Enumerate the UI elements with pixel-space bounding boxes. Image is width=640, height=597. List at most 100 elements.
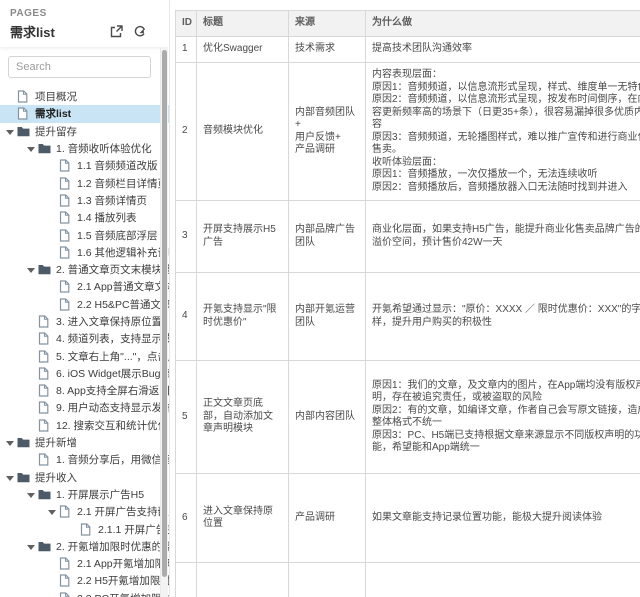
tree-item-label: 2.1.1 开屏广告完整流程 xyxy=(98,522,169,537)
tree-page-item[interactable]: 2.2 H5&PC普通文章文末模 xyxy=(0,296,169,313)
caret-spacer xyxy=(25,350,38,363)
tree-page-item[interactable]: 9. 用户动态支持显示发布评论 xyxy=(0,399,169,416)
tree-folder-item[interactable]: 1. 开屏展示广告H5 xyxy=(0,486,169,503)
cell-source: 产品调研 xyxy=(289,474,366,563)
caret-down-icon[interactable] xyxy=(25,488,38,501)
page-icon xyxy=(59,574,74,587)
tree-page-item[interactable]: 1.2 音频栏目详情页 xyxy=(0,174,169,191)
tree-page-item[interactable]: 12. 搜索交互和统计优化 xyxy=(0,417,169,434)
page-icon xyxy=(59,211,74,224)
tree-item-label: 2.1 App普通文章文末模块修 xyxy=(77,279,169,294)
caret-spacer xyxy=(25,367,38,380)
table-row: 5正文文章页底部，自动添加文章声明模块内部内容团队原因1：我们的文章，及文章内的… xyxy=(176,361,640,474)
page-icon xyxy=(59,505,74,518)
tree-page-item[interactable]: 项目概况 xyxy=(0,88,169,105)
tree-page-item[interactable]: 3. 进入文章保持原位置 xyxy=(0,313,169,330)
scrollbar-thumb[interactable] xyxy=(162,50,167,577)
tree-page-item[interactable]: 2.1 App开氪增加限时优惠的 xyxy=(0,555,169,572)
table-row: 6进入文章保持原位置产品调研如果文章能支持记录位置功能，能极大提升阅读体验 xyxy=(176,474,640,563)
tree-folder-item[interactable]: 2. 普通文章页文末模块修改 xyxy=(0,261,169,278)
caret-down-icon[interactable] xyxy=(25,263,38,276)
caret-spacer xyxy=(46,246,59,259)
refresh-icon[interactable] xyxy=(133,25,147,38)
tree-page-item[interactable]: 2.1.1 开屏广告完整流程 xyxy=(0,520,169,537)
caret-spacer xyxy=(46,592,59,597)
tree-item-label: 1.1 音频频道改版 xyxy=(77,158,158,173)
tree-item-label: 4. 频道列表，支持显示收藏数 xyxy=(56,331,169,346)
caret-down-icon[interactable] xyxy=(4,471,17,484)
caret-spacer xyxy=(4,107,17,120)
tree-page-item[interactable]: 1.5 音频底部浮层 xyxy=(0,226,169,243)
tree-page-item[interactable]: 6. iOS Widget展示Bug修复 xyxy=(0,365,169,382)
main-content: ID标题来源为什么做 1优化Swagger技术需求提高技术团队沟通效率2音频模块… xyxy=(171,0,640,597)
folder-icon xyxy=(38,142,53,155)
caret-down-icon[interactable] xyxy=(46,505,59,518)
tree-folder-item[interactable]: 1. 音频收听体验优化 xyxy=(0,140,169,157)
tree-folder-item[interactable]: 提升留存 xyxy=(0,123,169,140)
caret-spacer xyxy=(4,90,17,103)
caret-spacer xyxy=(25,453,38,466)
tree-folder-item[interactable]: 提升收入 xyxy=(0,469,169,486)
caret-spacer xyxy=(25,419,38,432)
tree-page-item[interactable]: 5. 文章右上角"..."，点击后弹 xyxy=(0,347,169,364)
cell-id: 2 xyxy=(176,63,197,201)
cell-title: 优化Swagger xyxy=(197,37,289,63)
tree-page-item[interactable]: 1.4 播放列表 xyxy=(0,209,169,226)
caret-spacer xyxy=(46,557,59,570)
tree-item-label: 2. 普通文章页文末模块修改 xyxy=(56,262,169,277)
caret-down-icon[interactable] xyxy=(4,125,17,138)
page-icon xyxy=(38,367,53,380)
tree-item-label: 1. 音频分享后，用微信音频模 xyxy=(56,452,169,467)
tree-page-item[interactable]: 1.6 其他逻辑补充说明 xyxy=(0,244,169,261)
caret-spacer xyxy=(25,315,38,328)
page-icon xyxy=(59,159,74,172)
cell-id: 1 xyxy=(176,37,197,63)
caret-down-icon[interactable] xyxy=(25,142,38,155)
column-header: 标题 xyxy=(197,11,289,37)
sidebar-scrollbar[interactable] xyxy=(160,48,168,597)
tree-page-item[interactable]: 1.1 音频频道改版 xyxy=(0,157,169,174)
caret-spacer xyxy=(46,177,59,190)
page-icon xyxy=(59,592,74,597)
cell-title xyxy=(197,563,289,597)
page-icon xyxy=(38,350,53,363)
tree-item-label: 6. iOS Widget展示Bug修复 xyxy=(56,366,169,381)
cell-why: 提高技术团队沟通效率 xyxy=(366,37,640,63)
tree-page-item[interactable]: 8. App支持全屏右滑返回上一 xyxy=(0,382,169,399)
page-icon xyxy=(80,523,95,536)
tree-page-item[interactable]: 2.1 开屏广告支持嵌入h5 xyxy=(0,503,169,520)
tree-folder-item[interactable]: 2. 开氪增加限时优惠的原价字 xyxy=(0,538,169,555)
page-icon xyxy=(38,401,53,414)
tree-page-item[interactable]: 2.2 H5开氪增加限时优惠的 xyxy=(0,572,169,589)
tree-item-label: 2. 开氪增加限时优惠的原价字 xyxy=(56,539,169,554)
tree-page-item[interactable]: 1. 音频分享后，用微信音频模 xyxy=(0,451,169,468)
tree-folder-item[interactable]: 提升新增 xyxy=(0,434,169,451)
cell-source xyxy=(289,563,366,597)
tree-page-item[interactable]: 1.3 音频详情页 xyxy=(0,192,169,209)
cell-id: 5 xyxy=(176,361,197,474)
tree-item-label: 需求list xyxy=(35,106,71,121)
cell-source: 内部品牌广告团队 xyxy=(289,201,366,273)
tree-page-item[interactable]: 2.1 App普通文章文末模块修 xyxy=(0,278,169,295)
tree-item-label: 1. 音频收听体验优化 xyxy=(56,141,152,156)
tree-page-item[interactable]: 2.3 PC开氪增加限时优惠的 xyxy=(0,590,169,597)
tree-item-label: 8. App支持全屏右滑返回上一 xyxy=(56,383,169,398)
cell-why: 内容表现层面： 原因1：音频频道，以信息流形式呈现，样式、维度单一无特色 原因2… xyxy=(366,63,640,201)
tree-page-item[interactable]: 需求list xyxy=(0,105,169,122)
column-header: 为什么做 xyxy=(366,11,640,37)
cell-id: 3 xyxy=(176,201,197,273)
tree-item-label: 提升收入 xyxy=(35,470,77,485)
tree-page-item[interactable]: 4. 频道列表，支持显示收藏数 xyxy=(0,330,169,347)
page-icon xyxy=(17,107,32,120)
caret-spacer xyxy=(46,574,59,587)
table-row xyxy=(176,563,640,597)
page-icon xyxy=(38,453,53,466)
folder-icon xyxy=(38,540,53,553)
search-input[interactable] xyxy=(8,56,151,78)
table-body: 1优化Swagger技术需求提高技术团队沟通效率2音频模块优化内部音频团队+ 用… xyxy=(176,37,640,597)
tree-item-label: 2.3 PC开氪增加限时优惠的 xyxy=(77,591,169,597)
caret-down-icon[interactable] xyxy=(4,436,17,449)
caret-down-icon[interactable] xyxy=(25,540,38,553)
export-icon[interactable] xyxy=(110,25,123,38)
page-icon xyxy=(59,280,74,293)
